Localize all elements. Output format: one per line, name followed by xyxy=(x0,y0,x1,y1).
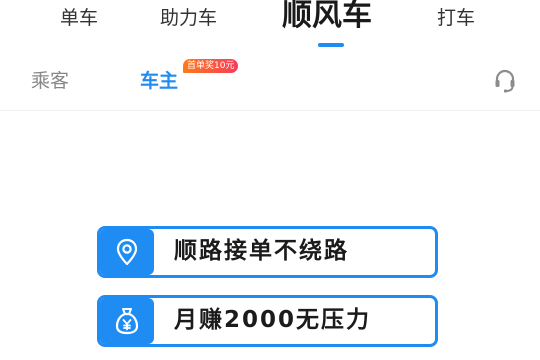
top-tab-bar: 单车 助力车 顺风车 打车 xyxy=(0,0,540,56)
tab-bike[interactable]: 单车 xyxy=(60,9,98,28)
tab-passenger[interactable]: 乘客 xyxy=(31,72,69,91)
promo-badge: 首单奖10元 xyxy=(183,59,239,73)
tab-carpool[interactable]: 顺风车 xyxy=(282,1,372,31)
active-tab-indicator xyxy=(318,43,344,47)
banner-text: 顺路接单不绕路 xyxy=(174,238,349,264)
banner-text: 月赚2000无压力 xyxy=(174,307,372,333)
tab-driver[interactable]: 车主 xyxy=(140,72,178,91)
header-divider xyxy=(0,110,540,111)
location-pin-icon xyxy=(100,229,154,275)
tab-ebike[interactable]: 助力车 xyxy=(160,9,217,28)
banner-monthly-earnings[interactable]: 月赚2000无压力 xyxy=(97,295,438,347)
money-bag-icon xyxy=(100,298,154,344)
headset-icon[interactable] xyxy=(492,68,518,94)
role-tab-bar: 乘客 车主 首单奖10元 xyxy=(0,56,540,108)
tab-taxi[interactable]: 打车 xyxy=(437,9,475,28)
banner-no-detour[interactable]: 顺路接单不绕路 xyxy=(97,226,438,278)
